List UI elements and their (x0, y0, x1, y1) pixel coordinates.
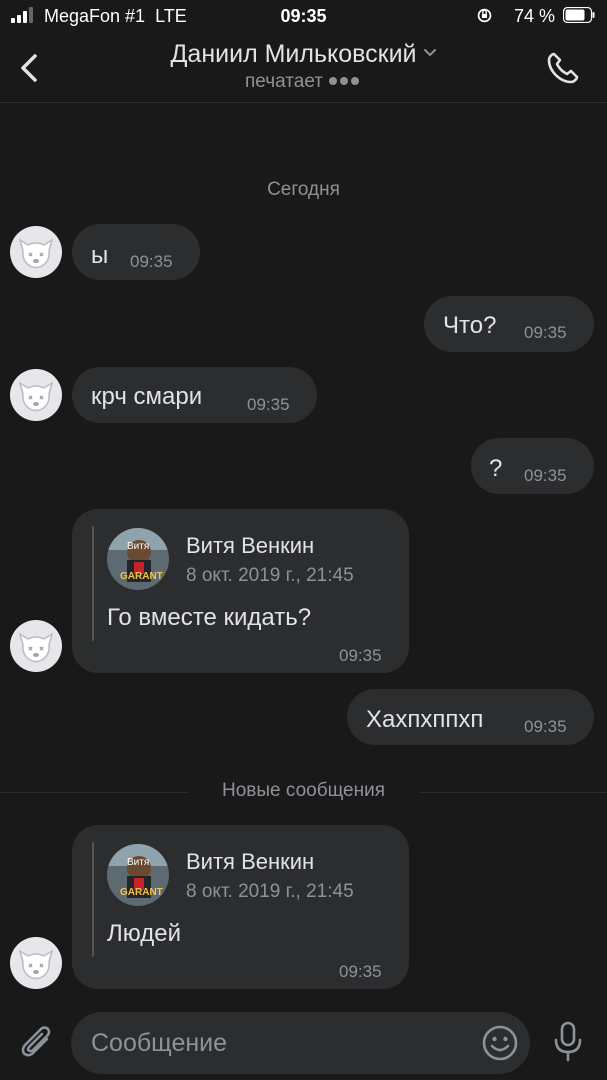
composer-bar (0, 1004, 607, 1080)
message-text: Хахпхппхп (366, 706, 484, 733)
message-time: 09:35 (339, 962, 382, 981)
battery-icon (563, 7, 595, 23)
date-separator: Сегодня (267, 179, 340, 200)
contact-name: Даниил Мильковский (170, 40, 417, 68)
microphone-icon[interactable] (551, 1020, 585, 1064)
message-time: 09:35 (524, 323, 567, 342)
message-text: Го вместе кидать? (107, 604, 312, 631)
typing-dots-icon (328, 71, 362, 93)
typing-status: печатает (0, 71, 607, 93)
separator-label: Новые сообщения (222, 780, 385, 801)
avatar[interactable] (10, 937, 62, 989)
new-messages-separator: Новые сообщения (0, 780, 607, 804)
avatar-caption: Витя (127, 541, 149, 552)
chat-header: Даниил Мильковский печатает (0, 34, 607, 102)
avatar-caption: GARANT (120, 887, 163, 898)
forward-quote-bar (92, 842, 94, 957)
battery-percent: 74 % (513, 6, 555, 26)
header-divider (0, 102, 607, 103)
message-text: крч смари (91, 383, 203, 410)
message-text: Что? (443, 312, 497, 339)
forwarded-author-name[interactable]: Витя Венкин (186, 533, 314, 559)
avatar[interactable] (10, 226, 62, 278)
message-text: ы (91, 242, 109, 269)
message-time: 09:35 (524, 466, 567, 485)
message-text: Людей (107, 920, 181, 947)
avatar-caption: GARANT (120, 571, 163, 582)
avatar[interactable] (10, 620, 62, 672)
message-time: 09:35 (247, 395, 290, 414)
forwarded-author-avatar[interactable]: Витя GARANT (107, 844, 169, 906)
contact-title[interactable]: Даниил Мильковский (0, 40, 607, 69)
message-text: ? (489, 455, 503, 482)
chevron-down-icon (423, 49, 436, 57)
avatar-caption: Витя (127, 857, 149, 868)
forwarded-date: 8 окт. 2019 г., 21:45 (186, 881, 354, 902)
phone-icon[interactable] (545, 50, 581, 86)
message-time: 09:35 (524, 717, 567, 736)
forwarded-date: 8 окт. 2019 г., 21:45 (186, 565, 354, 586)
smile-icon[interactable] (481, 1024, 519, 1062)
forwarded-author-name[interactable]: Витя Венкин (186, 849, 314, 875)
status-bar: MegaFon #1 LTE 09:35 74 % (0, 0, 607, 34)
message-time: 09:35 (339, 646, 382, 665)
rotation-lock-icon (477, 8, 492, 23)
forward-quote-bar (92, 526, 94, 641)
message-time: 09:35 (130, 252, 173, 271)
message-input[interactable] (71, 1012, 530, 1074)
avatar[interactable] (10, 369, 62, 421)
forwarded-author-avatar[interactable]: Витя GARANT (107, 528, 169, 590)
paperclip-icon[interactable] (18, 1022, 56, 1062)
